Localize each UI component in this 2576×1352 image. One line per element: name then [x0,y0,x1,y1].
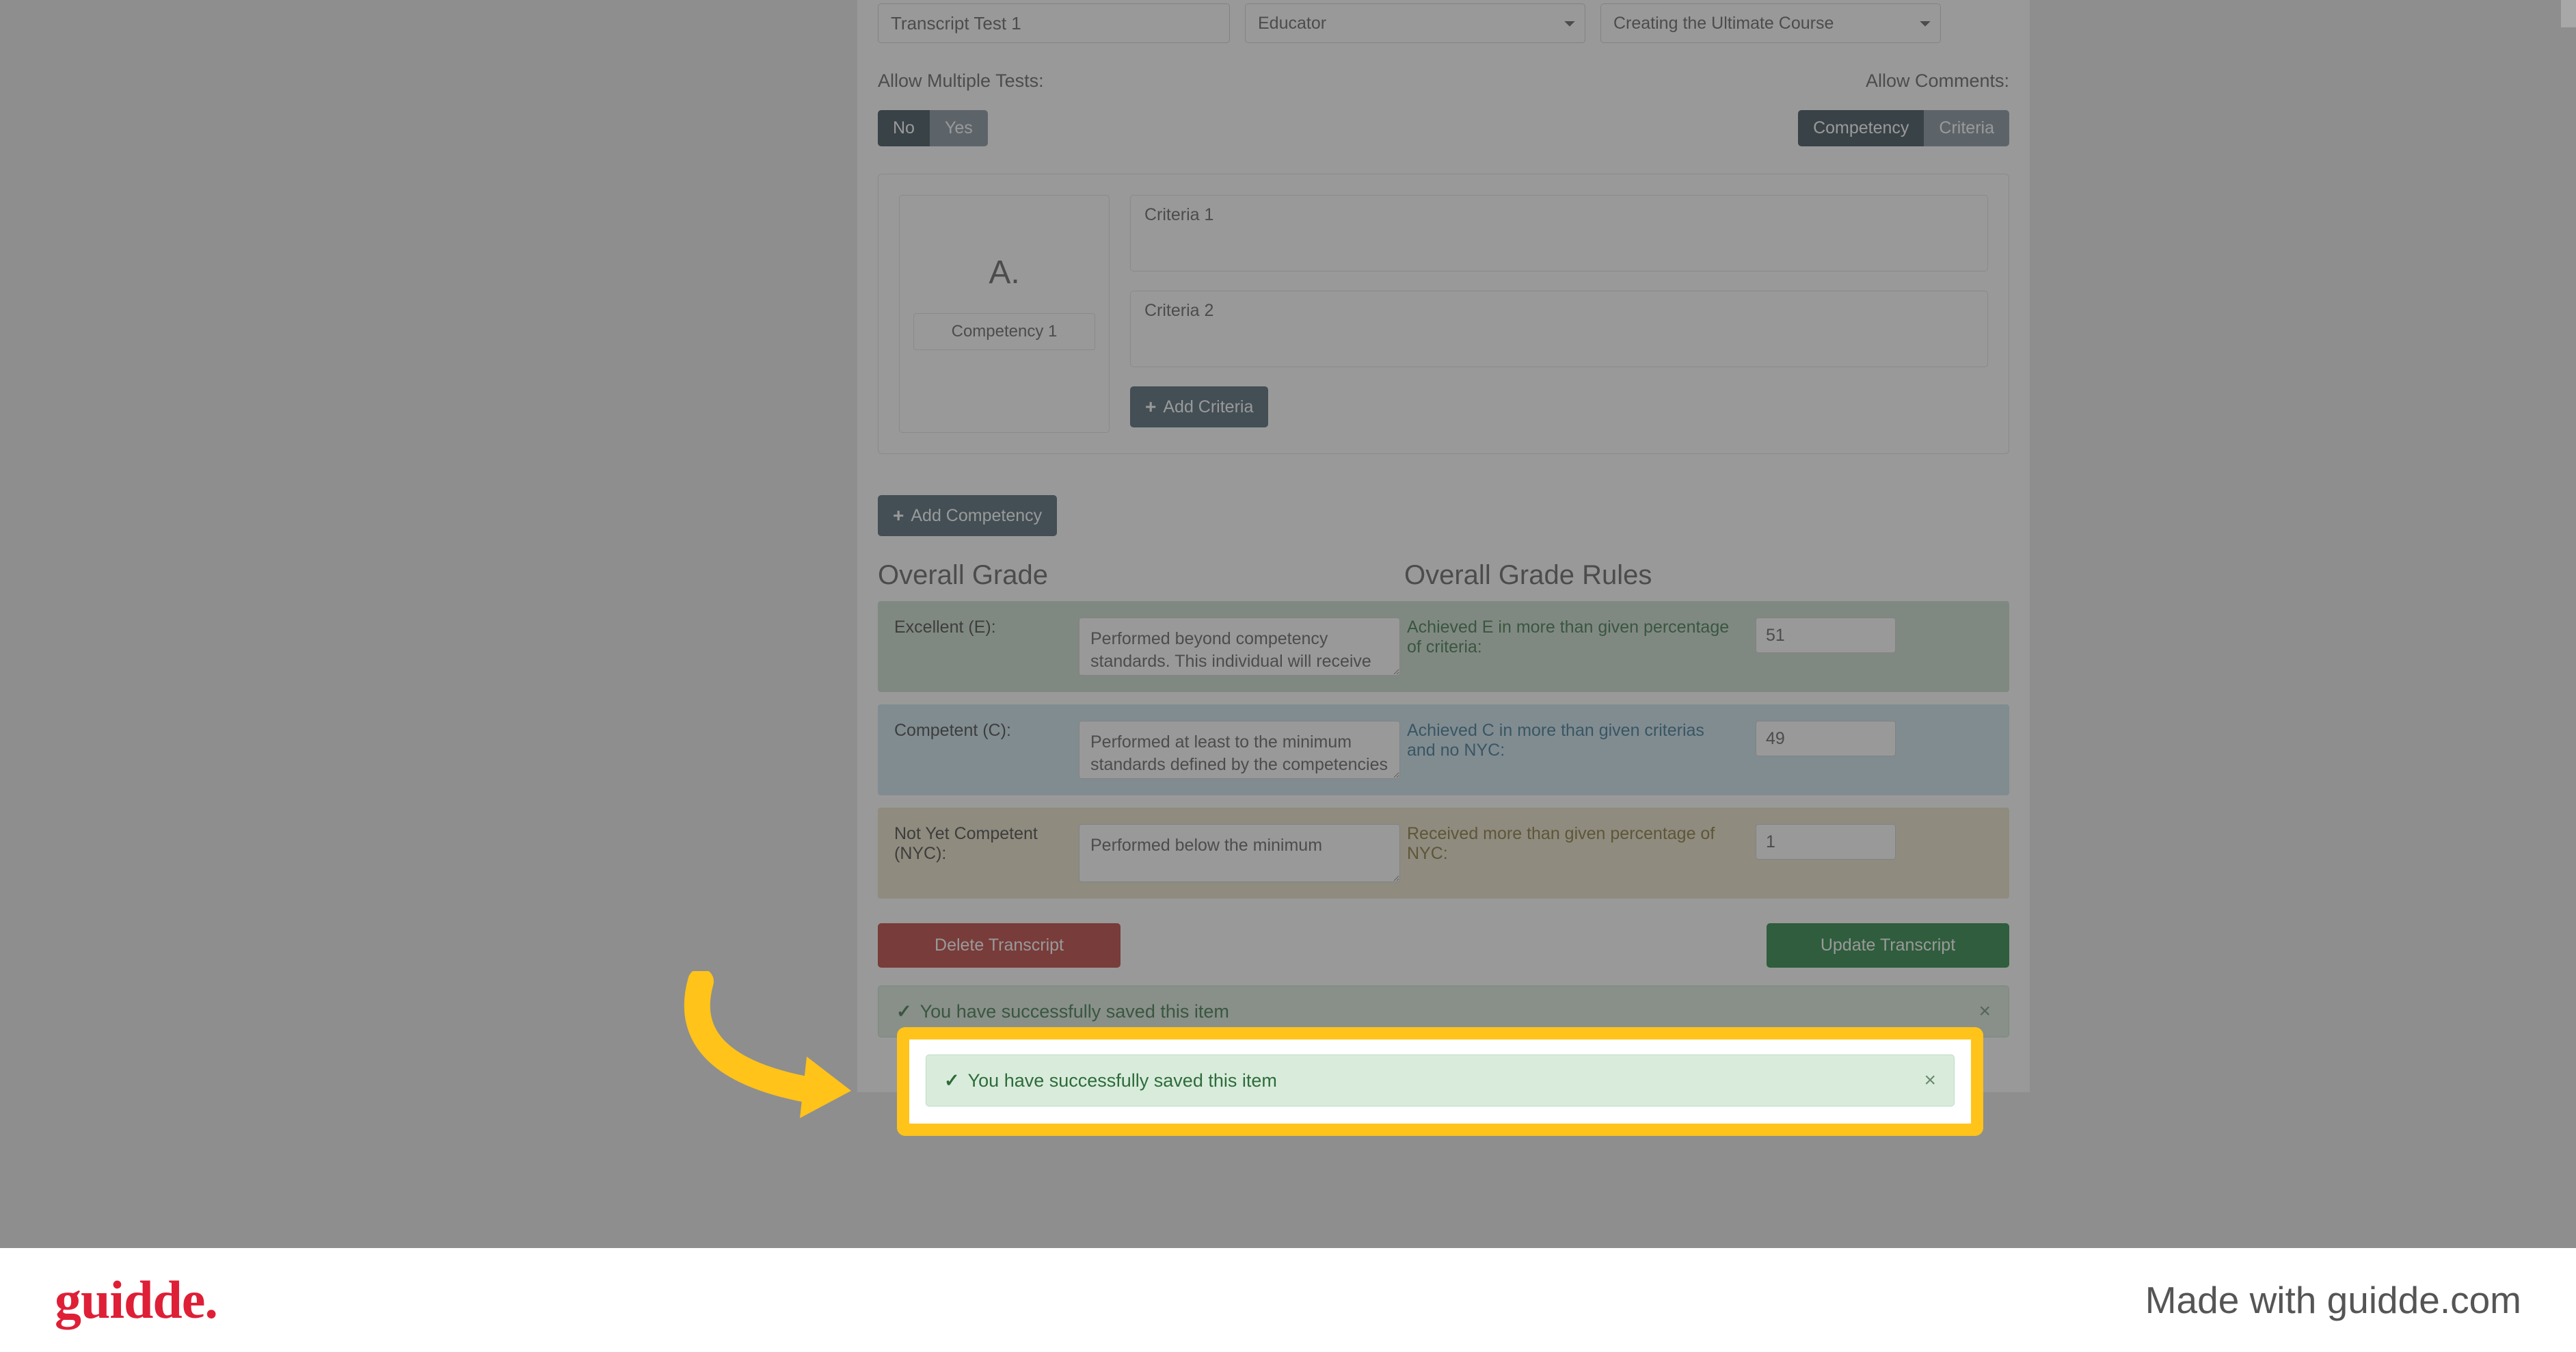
highlight-fill: ✓ You have successfully saved this item … [902,1033,1978,1130]
footer: guidde. Made with guidde.com [0,1248,2576,1352]
add-criteria-button[interactable]: + Add Criteria [1130,386,1268,427]
grade-row-excellent: Excellent (E): Achieved E in more than g… [878,601,2009,692]
transcript-panel: Educator Creating the Ultimate Course Al… [857,0,2030,1092]
grade-e-value-input[interactable] [1756,618,1896,653]
alert-close-button[interactable]: × [1924,1069,1936,1092]
competency-name: Competency 1 [913,313,1095,350]
close-icon: × [1924,1069,1936,1091]
guidde-logo: guidde. [55,1269,217,1331]
add-competency-label: Add Competency [911,506,1042,526]
top-inputs-row: Educator Creating the Ultimate Course [878,3,2009,43]
plus-icon: + [1145,396,1156,418]
grade-c-value-input[interactable] [1756,721,1896,756]
add-criteria-label: Add Criteria [1163,397,1253,417]
overall-grade-heading: Overall Grade [878,560,1404,591]
grade-nyc-rule-text: Received more than given percentage of N… [1407,824,1749,864]
criteria-item[interactable]: Criteria 1 [1130,195,1988,271]
check-icon: ✓ [896,1001,912,1022]
allow-comments-label: Allow Comments: [1866,70,2009,92]
criteria-column: Criteria 1 Criteria 2 + Add Criteria [1130,195,1988,433]
success-alert: ✓ You have successfully saved this item … [878,985,2009,1037]
alert-message: You have successfully saved this item [968,1070,1277,1091]
plus-icon: + [893,505,904,527]
grade-e-rule-text: Achieved E in more than given percentage… [1407,618,1749,657]
close-icon: × [1978,1000,1991,1022]
annotation-arrow [663,971,882,1128]
multiple-tests-toggle: No Yes [878,110,988,146]
grade-e-desc-input[interactable] [1079,618,1400,676]
multiple-no-button[interactable]: No [878,110,930,146]
alert-close-button[interactable]: × [1978,1000,1991,1023]
made-with-text: Made with guidde.com [2145,1278,2521,1322]
grade-c-desc-input[interactable] [1079,721,1400,779]
add-competency-button[interactable]: + Add Competency [878,495,1057,536]
competency-criteria-area: A. Competency 1 Criteria 1 Criteria 2 + … [878,174,2009,454]
role-select[interactable]: Educator [1245,3,1585,43]
update-transcript-button[interactable]: Update Transcript [1767,923,2009,968]
toggle-labels-row: Allow Multiple Tests: Allow Comments: [878,70,2009,92]
grade-nyc-value-input[interactable] [1756,824,1896,860]
competency-letter: A. [900,254,1109,291]
delete-transcript-button[interactable]: Delete Transcript [878,923,1121,968]
grade-nyc-desc-input[interactable] [1079,824,1400,882]
vertical-scrollbar[interactable] [2561,0,2576,27]
action-buttons-row: Delete Transcript Update Transcript [878,923,2009,968]
grade-row-nyc: Not Yet Competent (NYC): Received more t… [878,808,2009,899]
grade-headings-row: Overall Grade Overall Grade Rules [878,560,2009,591]
comments-toggle: Competency Criteria [1798,110,2009,146]
criteria-item[interactable]: Criteria 2 [1130,291,1988,367]
competency-card[interactable]: A. Competency 1 [899,195,1110,433]
course-select[interactable]: Creating the Ultimate Course [1600,3,1941,43]
multiple-yes-button[interactable]: Yes [930,110,988,146]
grade-row-competent: Competent (C): Achieved C in more than g… [878,704,2009,795]
grade-e-label: Excellent (E): [894,618,1072,637]
grade-c-label: Competent (C): [894,721,1072,741]
alert-message: You have successfully saved this item [920,1001,1229,1022]
comments-competency-button[interactable]: Competency [1798,110,1924,146]
allow-multiple-label: Allow Multiple Tests: [878,70,1044,92]
grade-c-rule-text: Achieved C in more than given criterias … [1407,721,1749,760]
check-icon: ✓ [944,1070,960,1091]
comments-criteria-button[interactable]: Criteria [1924,110,2009,146]
grade-nyc-label: Not Yet Competent (NYC): [894,824,1072,864]
overall-rules-heading: Overall Grade Rules [1404,560,1652,591]
success-alert-highlighted: ✓ You have successfully saved this item … [926,1055,1955,1106]
transcript-name-input[interactable] [878,3,1230,43]
